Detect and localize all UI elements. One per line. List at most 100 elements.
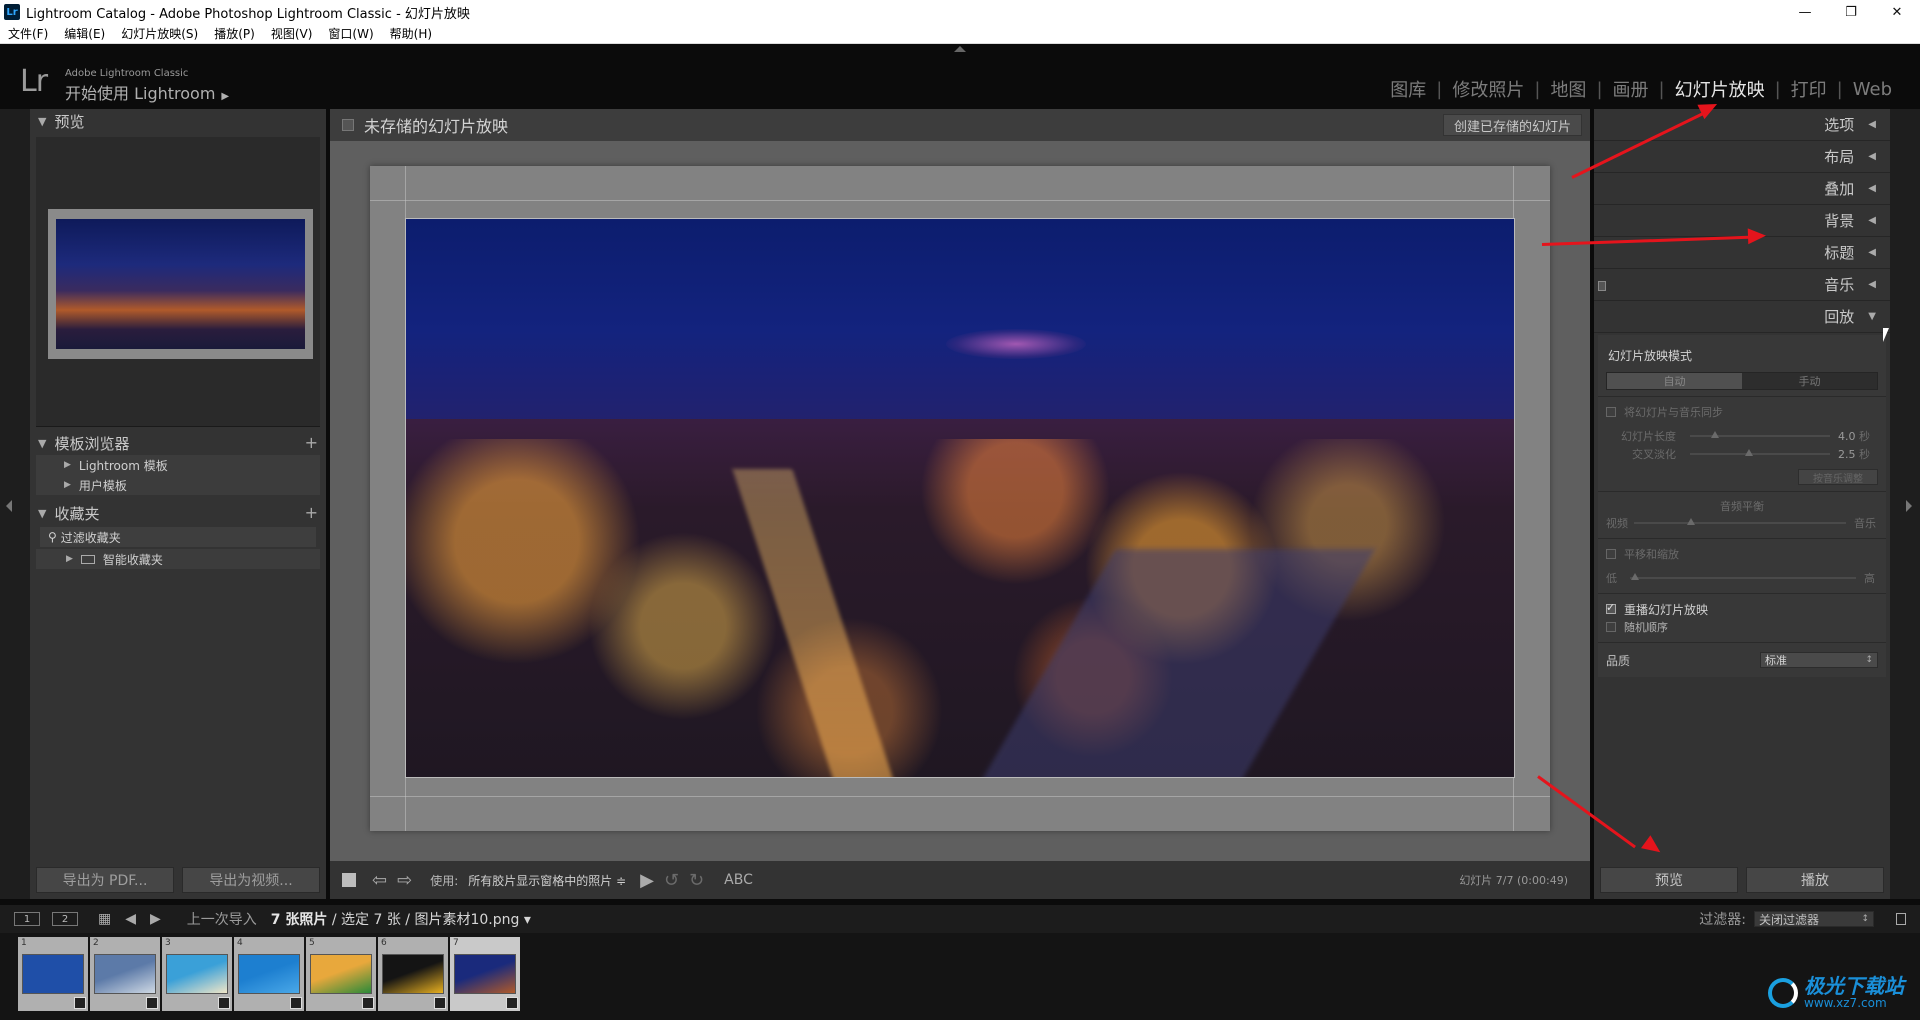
rotate-left-icon[interactable]: ↺: [664, 870, 679, 891]
crossfade-row: 交叉淡化 2.5 秒: [1606, 445, 1878, 463]
main-window-button[interactable]: 1: [14, 912, 40, 926]
options-panel-header[interactable]: 选项 ◀: [1594, 109, 1890, 141]
preview-panel-header[interactable]: ▼ 预览: [30, 109, 326, 133]
overlays-panel-header[interactable]: 叠加 ◀: [1594, 173, 1890, 205]
playback-panel-header[interactable]: 回放 ▼: [1594, 301, 1890, 333]
identity-brand-small: Adobe Lightroom Classic: [65, 68, 189, 79]
export-pdf-button[interactable]: 导出为 PDF...: [36, 867, 174, 893]
play-icon[interactable]: ▶: [640, 870, 654, 891]
edit-badge-icon: [506, 997, 518, 1009]
slide-length-slider[interactable]: [1690, 431, 1830, 438]
collapse-left-panel-icon[interactable]: [6, 500, 12, 512]
filmstrip-thumb[interactable]: 4: [234, 937, 304, 1011]
crossfade-slider[interactable]: [1690, 449, 1830, 456]
forward-arrow-icon[interactable]: ▶: [150, 911, 161, 927]
music-panel-header[interactable]: 音乐 ◀: [1594, 269, 1890, 301]
template-browser-header[interactable]: ▼ 模板浏览器 +: [30, 431, 326, 455]
lock-icon[interactable]: [1896, 913, 1906, 925]
menu-view[interactable]: 视图(V): [263, 25, 321, 42]
backdrop-panel-header[interactable]: 背景 ◀: [1594, 205, 1890, 237]
filter-select[interactable]: 关闭过滤器: [1754, 911, 1874, 927]
collections-header[interactable]: ▼ 收藏夹 +: [30, 501, 326, 525]
maximize-button[interactable]: ❐: [1828, 0, 1874, 24]
repeat-row: 重播幻灯片放映: [1606, 600, 1878, 618]
left-edge-strip[interactable]: [0, 109, 30, 899]
add-collection-icon[interactable]: +: [305, 503, 318, 522]
slider-knob[interactable]: [1744, 449, 1753, 456]
next-slide-icon[interactable]: ⇨: [397, 870, 412, 891]
collapse-top-panel-icon[interactable]: [954, 46, 966, 52]
smart-collection-set[interactable]: ▶ 智能收藏夹: [36, 549, 320, 569]
slide-photo[interactable]: [405, 218, 1515, 778]
rotate-right-icon[interactable]: ↻: [689, 870, 704, 891]
create-saved-slideshow-button[interactable]: 创建已存储的幻灯片: [1442, 114, 1582, 136]
menu-play[interactable]: 播放(P): [206, 25, 263, 42]
module-book[interactable]: 画册: [1603, 76, 1659, 102]
fit-to-music-button[interactable]: 按音乐调整: [1798, 469, 1878, 485]
back-arrow-icon[interactable]: ◀: [125, 911, 136, 927]
module-print[interactable]: 打印: [1781, 76, 1837, 102]
previous-slide-icon[interactable]: ⇦: [372, 870, 387, 891]
collapse-left-triangle-icon: ◀: [1868, 119, 1876, 130]
identity-plate[interactable]: 开始使用 Lightroom ▶: [65, 80, 229, 104]
slider-knob[interactable]: [1630, 573, 1639, 580]
filmstrip-thumb[interactable]: 3: [162, 937, 232, 1011]
left-panel: ▼ 预览 ▼ 模板浏览器 + ▶ Lightroom 模板 ▶ 用户模板 ▼ 收…: [30, 109, 326, 899]
menu-help[interactable]: 帮助(H): [382, 25, 440, 42]
module-develop[interactable]: 修改照片: [1442, 76, 1534, 102]
filmstrip-thumb[interactable]: 6: [378, 937, 448, 1011]
quality-select[interactable]: 标准: [1760, 652, 1878, 668]
close-button[interactable]: ✕: [1874, 0, 1920, 24]
module-web[interactable]: Web: [1843, 79, 1902, 100]
quality-row: 品质 标准: [1606, 649, 1878, 671]
add-text-button[interactable]: ABC: [724, 872, 753, 888]
module-library[interactable]: 图库: [1380, 76, 1436, 102]
filmstrip-thumb-selected[interactable]: 7: [450, 937, 520, 1011]
window-title: Lightroom Catalog - Adobe Photoshop Ligh…: [26, 6, 470, 22]
mode-manual-button[interactable]: 手动: [1742, 373, 1877, 389]
use-photos-select[interactable]: 所有胶片显示窗格中的照片 ≑: [468, 872, 626, 889]
template-folder-lightroom[interactable]: ▶ Lightroom 模板: [36, 455, 320, 475]
module-map[interactable]: 地图: [1540, 76, 1596, 102]
module-slideshow[interactable]: 幻灯片放映: [1665, 76, 1775, 102]
export-video-button[interactable]: 导出为视频...: [182, 867, 320, 893]
thumb-number: 7: [453, 938, 459, 948]
random-order-checkbox[interactable]: [1606, 622, 1616, 632]
filmstrip-thumb[interactable]: 1: [18, 937, 88, 1011]
add-template-icon[interactable]: +: [305, 433, 318, 452]
secondary-window-button[interactable]: 2: [52, 912, 78, 926]
preview-button[interactable]: 预览: [1600, 867, 1738, 893]
minimize-button[interactable]: —: [1782, 0, 1828, 24]
menu-edit[interactable]: 编辑(E): [56, 25, 113, 42]
pan-zoom-slider[interactable]: [1630, 573, 1856, 580]
collection-filter-input[interactable]: ⚲ 过滤收藏夹: [40, 527, 316, 547]
menu-window[interactable]: 窗口(W): [320, 25, 381, 42]
filmstrip-thumb[interactable]: 2: [90, 937, 160, 1011]
repeat-checkbox[interactable]: [1606, 601, 1616, 614]
filmstrip-source[interactable]: 上一次导入: [187, 909, 257, 929]
mode-auto-button[interactable]: 自动: [1607, 373, 1742, 389]
edit-badge-icon: [290, 997, 302, 1009]
slideshow-save-checkbox[interactable]: [342, 119, 354, 131]
filmstrip-thumb[interactable]: 5: [306, 937, 376, 1011]
slide-editor: 未存储的幻灯片放映 创建已存储的幻灯片 ⇦ ⇨ 使用: 所有胶片显示窗格中的照片…: [330, 109, 1590, 899]
template-folder-user[interactable]: ▶ 用户模板: [36, 475, 320, 495]
music-enable-toggle[interactable]: [1598, 281, 1606, 291]
sync-music-checkbox[interactable]: [1606, 407, 1616, 417]
slider-knob[interactable]: [1687, 518, 1696, 525]
play-button[interactable]: 播放: [1746, 867, 1884, 893]
crossfade-value: 2.5 秒: [1838, 446, 1878, 462]
pan-zoom-checkbox[interactable]: [1606, 549, 1616, 559]
grid-view-icon[interactable]: ▦: [98, 911, 111, 927]
menu-slideshow[interactable]: 幻灯片放映(S): [113, 25, 206, 42]
layout-guide[interactable]: [370, 200, 1550, 201]
slider-knob[interactable]: [1711, 431, 1720, 438]
stop-icon[interactable]: [342, 873, 356, 887]
layout-guide[interactable]: [370, 796, 1550, 797]
filmstrip-count[interactable]: 7 张照片 / 选定 7 张 / 图片素材10.png ▾: [271, 909, 531, 929]
audio-balance-slider[interactable]: [1634, 518, 1846, 525]
menu-file[interactable]: 文件(F): [0, 25, 56, 42]
panel-title: 回放: [1824, 308, 1855, 326]
collapse-right-panel-icon[interactable]: [1906, 500, 1912, 512]
right-edge-strip[interactable]: [1890, 109, 1920, 899]
